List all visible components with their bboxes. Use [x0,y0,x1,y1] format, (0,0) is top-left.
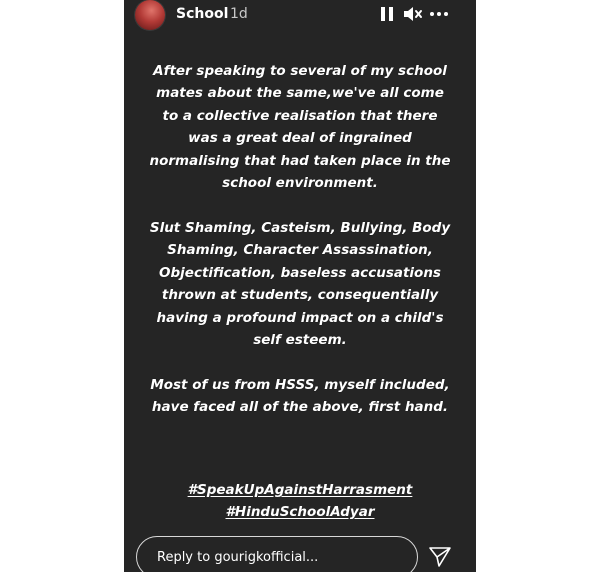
story-paragraph: Slut Shaming, Casteism, Bullying, Body S… [149,220,451,349]
reply-input[interactable]: Reply to gourigkofficial... [136,536,418,572]
hashtag-speakup[interactable]: #SpeakUpAgainstHarrasment [124,479,476,501]
hashtag-list: #SpeakUpAgainstHarrasment #HinduSchoolAd… [124,479,476,523]
story-paragraph: After speaking to several of my school m… [149,63,451,192]
mute-button[interactable] [402,4,424,24]
reply-placeholder: Reply to gourigkofficial... [157,550,319,565]
time-ago: 1d [230,6,248,22]
more-icon [430,12,448,16]
send-button[interactable] [428,546,452,568]
story-viewer[interactable]: School 1d After speaking to several of m… [124,0,476,572]
send-icon [429,547,451,567]
more-options-button[interactable] [428,4,450,24]
pause-icon [381,7,393,21]
avatar[interactable] [135,0,165,30]
hashtag-hinduschooladyar[interactable]: #HinduSchoolAdyar [124,501,476,523]
username[interactable]: School [176,6,228,22]
mute-icon [404,7,422,21]
story-text: After speaking to several of my school m… [148,60,452,463]
story-paragraph: Most of us from HSSS, myself included, h… [150,377,450,416]
pause-button[interactable] [378,4,396,24]
story-header: School 1d [124,0,476,34]
